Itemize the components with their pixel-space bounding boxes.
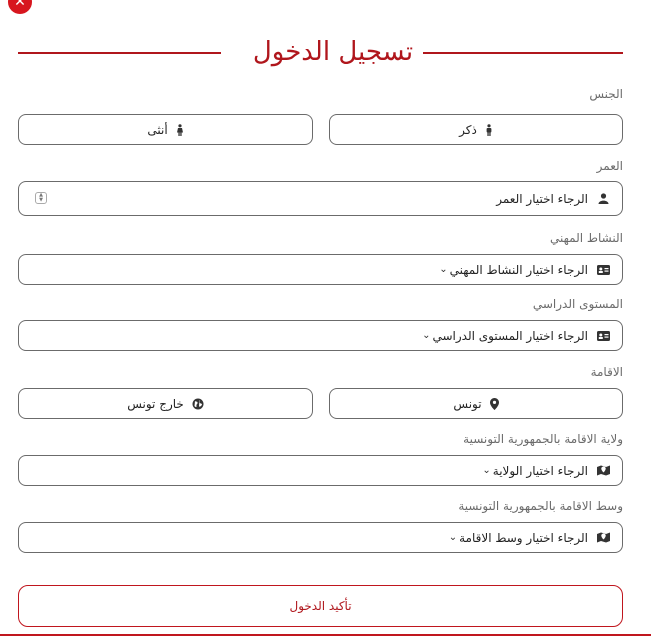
id-card-icon (596, 330, 610, 341)
residence-option-label: خارج تونس (127, 396, 184, 411)
chevron-down-icon: ⌄ (422, 330, 431, 341)
page-header: تسجيل الدخول (18, 34, 623, 70)
profession-select[interactable]: الرجاء اختيار النشاط المهني ⌄ (18, 254, 623, 285)
age-field[interactable]: الرجاء اختيار العمر ▲ ▼ (18, 181, 623, 216)
chevron-down-icon: ⌄ (482, 465, 491, 476)
id-card-icon (596, 264, 610, 275)
education-placeholder: الرجاء اختيار المستوى الدراسي (432, 328, 588, 343)
title-divider-right (423, 52, 623, 54)
governorate-label: ولاية الاقامة بالجمهورية التونسية (463, 432, 623, 446)
environment-select[interactable]: الرجاء اختيار وسط الاقامة ⌄ (18, 522, 623, 553)
governorate-placeholder: الرجاء اختيار الولاية (492, 463, 588, 478)
gender-option-female[interactable]: أنثى (18, 114, 313, 145)
environment-label: وسط الاقامة بالجمهورية التونسية (458, 499, 623, 513)
male-icon (485, 123, 493, 136)
age-label: العمر (596, 159, 623, 173)
gender-option-label: ذكر (459, 122, 477, 137)
gender-option-male[interactable]: ذكر (329, 114, 623, 145)
gender-label: الجنس (589, 87, 623, 101)
education-select[interactable]: الرجاء اختيار المستوى الدراسي ⌄ (18, 320, 623, 351)
chevron-down-icon: ⌄ (448, 532, 458, 543)
chevron-down-icon: ⌄ (439, 264, 448, 275)
residence-option-label: تونس (453, 396, 482, 411)
globe-icon (192, 398, 204, 410)
map-icon (596, 465, 610, 476)
education-label: المستوى الدراسي (532, 297, 623, 311)
confirm-login-button[interactable]: تأكيد الدخول (18, 585, 623, 627)
user-icon (596, 193, 610, 204)
residence-label: الاقامة (590, 365, 623, 379)
residence-option-abroad[interactable]: خارج تونس (18, 388, 313, 419)
profession-label: النشاط المهني (550, 231, 623, 245)
environment-placeholder: الرجاء اختيار وسط الاقامة (459, 530, 588, 545)
profession-placeholder: الرجاء اختيار النشاط المهني (449, 262, 588, 277)
age-placeholder: الرجاء اختيار العمر (496, 191, 588, 206)
close-icon[interactable]: ✕ (8, 0, 32, 14)
map-marker-icon (489, 397, 499, 410)
page-title: تسجيل الدخول (252, 37, 414, 67)
governorate-select[interactable]: الرجاء اختيار الولاية ⌄ (18, 455, 623, 486)
number-spinner[interactable]: ▲ ▼ (35, 192, 47, 204)
map-icon (596, 532, 610, 543)
gender-option-label: أنثى (147, 122, 168, 137)
residence-option-tunisia[interactable]: تونس (329, 388, 623, 419)
title-divider-left (18, 52, 221, 54)
female-icon (176, 123, 184, 136)
